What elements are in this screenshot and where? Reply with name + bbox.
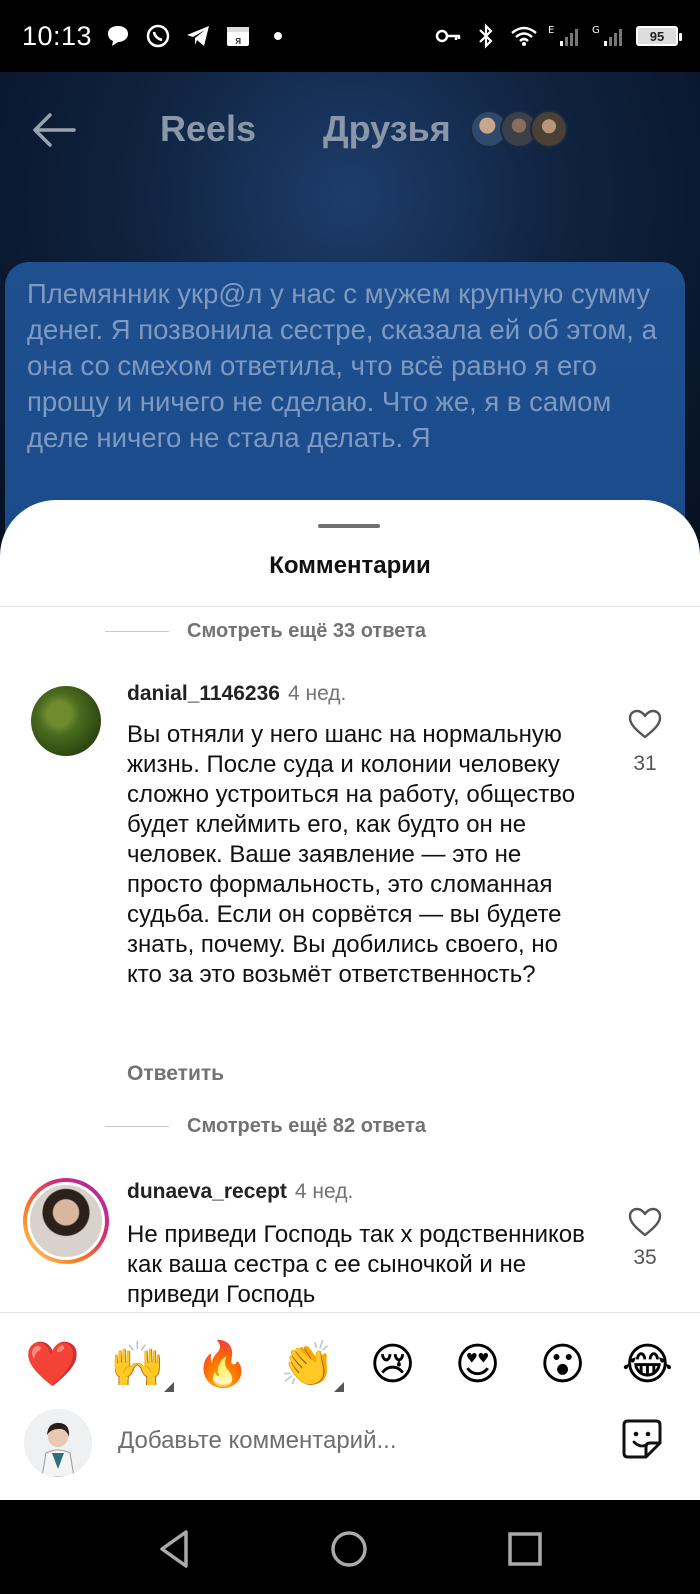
avatar-photo — [27, 1182, 105, 1260]
like-count: 31 — [633, 752, 657, 775]
comment-input-area: ❤️ 🙌 🔥 👏 😢 😍 😮 😂 — [0, 1312, 700, 1500]
emoji-raised-hands-button[interactable]: 🙌 — [108, 1340, 174, 1392]
friend-avatar — [530, 110, 568, 148]
skin-tone-indicator-icon — [333, 1382, 344, 1392]
emoji-surprised-button[interactable]: 😮 — [533, 1340, 593, 1390]
comment-time: 4 нед. — [287, 682, 347, 705]
view-more-replies-label: Смотреть ещё 33 ответа — [187, 620, 427, 642]
system-navigation-bar — [0, 1500, 700, 1594]
battery-level: 95 — [649, 28, 665, 44]
username-text: dunaeva_recept — [127, 1180, 287, 1203]
emoji-glyph: 🙌 — [110, 1340, 165, 1389]
avatar[interactable] — [23, 1178, 109, 1264]
comment-item: dunaeva_recept 4 нед. Не приведи Господь … — [0, 1178, 700, 1312]
telegram-icon — [184, 22, 212, 50]
key-icon — [434, 22, 462, 50]
home-icon[interactable] — [324, 1524, 374, 1574]
emoji-crying-button[interactable]: 😢 — [363, 1340, 423, 1390]
comment-time: 4 нед. — [294, 1180, 354, 1203]
view-more-replies-button[interactable]: Смотреть ещё 82 ответа — [105, 1115, 426, 1138]
recents-icon[interactable] — [500, 1524, 550, 1574]
comment-input[interactable] — [118, 1419, 578, 1463]
emoji-fire-button[interactable]: 🔥 — [193, 1340, 253, 1390]
svg-text:G: G — [592, 25, 600, 36]
username-text: danial_1146236 — [127, 682, 280, 705]
bluetooth-icon — [472, 22, 500, 50]
back-icon[interactable] — [150, 1524, 200, 1574]
divider — [105, 1126, 169, 1127]
emoji-clap-button[interactable]: 👏 — [278, 1340, 344, 1392]
heart-icon[interactable] — [627, 1206, 663, 1238]
svg-text:я: я — [235, 34, 242, 47]
heart-icon[interactable] — [627, 708, 663, 740]
back-arrow-icon[interactable] — [30, 110, 76, 150]
reel-background: Reels Друзья Племянник укр@л у нас с муж… — [0, 0, 700, 560]
avatar-illustration — [24, 1409, 92, 1477]
comment-text: Вы отняли у него шанс на нормальную жизн… — [127, 721, 576, 988]
friend-avatars[interactable] — [470, 110, 568, 148]
skin-tone-indicator-icon — [163, 1382, 174, 1392]
status-time: 10:13 — [22, 20, 93, 51]
wifi-icon — [510, 22, 538, 50]
view-more-replies-label: Смотреть ещё 82 ответа — [187, 1115, 427, 1137]
notification-dot-icon — [264, 22, 292, 50]
quick-reactions-row: ❤️ 🙌 🔥 👏 😢 😍 😮 😂 — [0, 1335, 700, 1395]
emoji-glyph: 👏 — [280, 1340, 335, 1389]
comment-text: Не приведи Господь так х родственников к… — [127, 1221, 585, 1308]
whatsapp-icon — [144, 22, 172, 50]
my-avatar — [24, 1409, 92, 1477]
svg-text:E: E — [548, 25, 554, 36]
tab-friends[interactable]: Друзья — [323, 108, 451, 150]
reply-button[interactable]: Ответить — [127, 1062, 224, 1086]
status-bar: 10:13 я E G 95 — [0, 0, 700, 72]
emoji-heart-button[interactable]: ❤️ — [23, 1340, 83, 1390]
emoji-laughing-button[interactable]: 😂 — [618, 1340, 678, 1390]
divider — [0, 606, 700, 607]
yandex-icon: я — [224, 22, 252, 50]
sheet-title: Комментарии — [269, 552, 431, 579]
avatar[interactable] — [31, 686, 101, 756]
emoji-heart-eyes-button[interactable]: 😍 — [448, 1340, 508, 1390]
signal-g-icon: G — [592, 22, 626, 50]
divider — [105, 631, 169, 632]
sheet-drag-handle[interactable] — [318, 524, 380, 528]
chat-bubble-icon — [104, 22, 132, 50]
sticker-icon[interactable] — [620, 1417, 664, 1461]
view-more-replies-button[interactable]: Смотреть ещё 33 ответа — [105, 620, 426, 643]
comment-username[interactable]: danial_1146236 4 нед. — [127, 682, 346, 706]
reels-header: Reels Друзья — [0, 100, 700, 160]
comment-username[interactable]: dunaeva_recept 4 нед. — [127, 1180, 353, 1204]
like-count: 35 — [633, 1246, 657, 1269]
signal-e-icon: E — [548, 22, 582, 50]
tab-reels[interactable]: Reels — [160, 108, 256, 150]
battery-icon: 95 — [636, 26, 682, 46]
